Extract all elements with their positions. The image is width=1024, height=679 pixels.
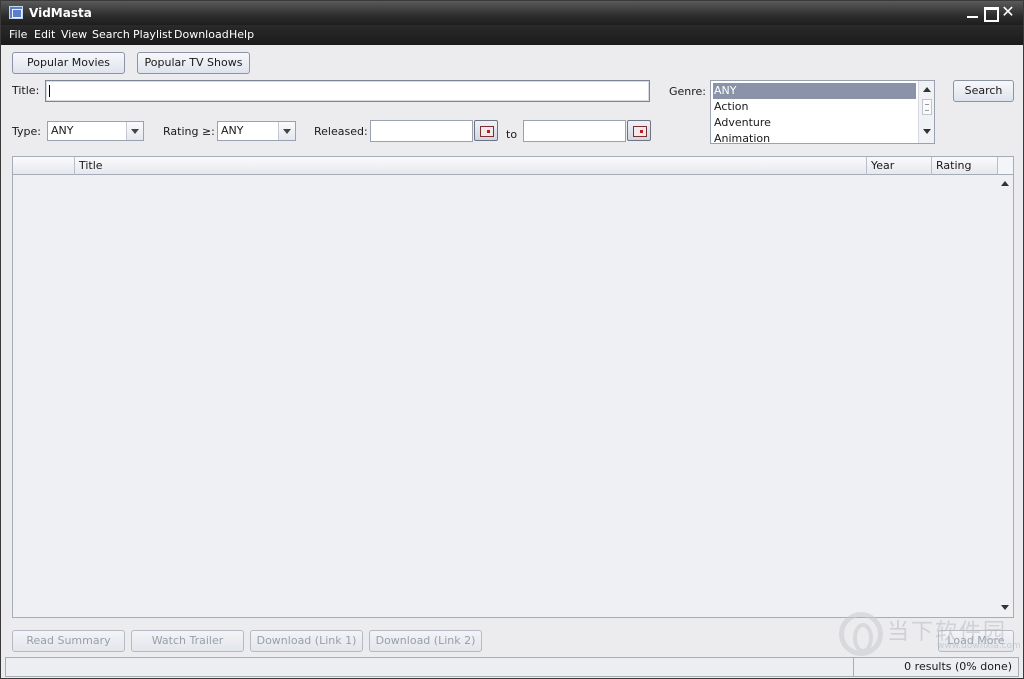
genre-option-animation[interactable]: Animation [713, 131, 916, 143]
column-header-title[interactable]: Title [75, 157, 867, 175]
rating-select[interactable]: ANY [217, 121, 296, 141]
genre-list[interactable]: ANY Action Adventure Animation [710, 80, 935, 144]
download-link1-button[interactable]: Download (Link 1) [250, 630, 363, 652]
close-button[interactable]: ✕ [999, 3, 1017, 21]
status-results-text: 0 results (0% done) [904, 660, 1012, 673]
menu-view[interactable]: View [61, 28, 87, 41]
watermark-logo-icon [839, 612, 883, 656]
table-corner [998, 157, 1013, 175]
app-film-icon [9, 6, 23, 19]
released-label: Released: [314, 125, 368, 138]
popular-movies-button[interactable]: Popular Movies [12, 52, 125, 74]
chevron-down-icon[interactable] [278, 122, 295, 140]
menu-file[interactable]: File [9, 28, 27, 41]
rating-select-value: ANY [221, 124, 244, 137]
released-from-field[interactable] [370, 120, 473, 142]
scroll-thumb[interactable] [922, 99, 932, 115]
window-title: VidMasta [29, 6, 92, 20]
popular-tv-shows-button[interactable]: Popular TV Shows [137, 52, 250, 74]
genre-option-adventure[interactable]: Adventure [713, 115, 916, 131]
app-window: VidMasta ✕ File Edit View Search Playlis… [0, 0, 1024, 679]
menu-playlist[interactable]: Playlist [133, 28, 172, 41]
menu-edit[interactable]: Edit [34, 28, 55, 41]
title-label: Title: [12, 84, 40, 97]
released-to-field[interactable] [523, 120, 626, 142]
genre-option-any[interactable]: ANY [713, 83, 916, 99]
column-header-rating[interactable]: Rating [932, 157, 998, 175]
scroll-down-icon[interactable] [1001, 605, 1009, 610]
genre-scrollbar[interactable] [918, 81, 934, 143]
scroll-down-icon[interactable] [923, 129, 931, 134]
calendar-from-icon[interactable] [474, 120, 498, 141]
chevron-down-icon[interactable] [126, 122, 143, 140]
column-header-icon[interactable] [13, 157, 75, 175]
search-button[interactable]: Search [953, 80, 1014, 102]
genre-option-action[interactable]: Action [713, 99, 916, 115]
scroll-up-icon[interactable] [923, 87, 931, 92]
table-header: Title Year Rating [13, 157, 998, 175]
maximize-button[interactable] [981, 3, 999, 22]
menu-help[interactable]: Help [229, 28, 254, 41]
menu-bar: File Edit View Search Playlist Download … [1, 25, 1023, 45]
title-input[interactable] [45, 80, 650, 102]
type-select-value: ANY [51, 124, 74, 137]
scroll-up-icon[interactable] [1001, 181, 1009, 186]
rating-label: Rating ≥: [163, 125, 215, 138]
to-label: to [506, 128, 518, 141]
status-left-pane [6, 658, 854, 676]
status-bar: 0 results (0% done) [5, 657, 1019, 677]
type-select[interactable]: ANY [47, 121, 144, 141]
read-summary-button[interactable]: Read Summary [12, 630, 125, 652]
calendar-to-icon[interactable] [627, 120, 651, 141]
load-more-button[interactable]: Load More [938, 630, 1014, 652]
results-table[interactable]: Title Year Rating [12, 156, 1014, 618]
genre-label: Genre: [669, 85, 707, 98]
watch-trailer-button[interactable]: Watch Trailer [131, 630, 244, 652]
title-bar[interactable]: VidMasta ✕ [1, 1, 1023, 25]
column-header-year[interactable]: Year [867, 157, 932, 175]
menu-download[interactable]: Download [174, 28, 229, 41]
download-link2-button[interactable]: Download (Link 2) [369, 630, 482, 652]
menu-search[interactable]: Search [92, 28, 130, 41]
minimize-button[interactable] [963, 3, 981, 21]
type-label: Type: [12, 125, 41, 138]
table-scrollbar[interactable] [998, 175, 1013, 617]
